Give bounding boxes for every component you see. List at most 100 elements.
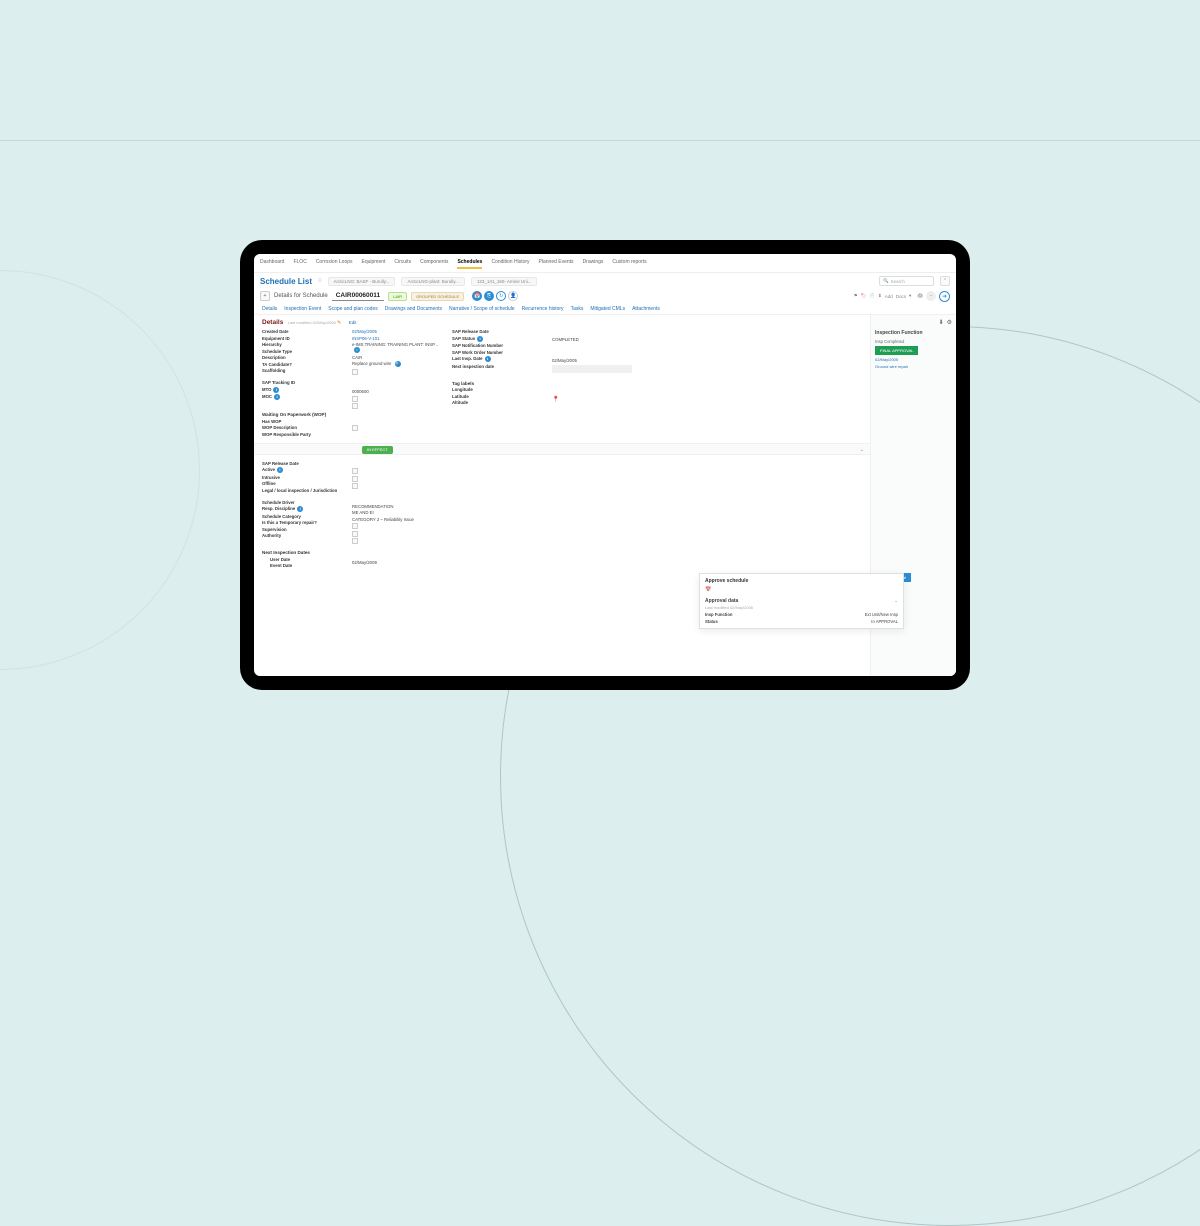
rpane-sub: Insp Completed xyxy=(875,339,952,344)
breadcrumb-2[interactable]: ArcticLNG-plant: Burully... xyxy=(401,277,464,286)
info-icon[interactable]: i xyxy=(274,394,280,400)
next-insp-field[interactable] xyxy=(552,365,632,373)
chk-authority[interactable] xyxy=(352,538,358,544)
search-small-icon[interactable]: 🔍 xyxy=(395,361,401,367)
tab-recurrence[interactable]: Recurrence history xyxy=(522,306,564,312)
chk-offline[interactable] xyxy=(352,483,358,489)
minus-icon[interactable]: − xyxy=(926,291,936,301)
nav-circuits[interactable]: Circuits xyxy=(394,259,411,269)
refresh-icon[interactable]: ↻ xyxy=(496,291,506,301)
info-icon[interactable]: i xyxy=(273,387,279,393)
val-desc: Replace ground wire 🔍 xyxy=(352,361,442,367)
action-add-text[interactable]: Add xyxy=(885,294,893,299)
menu-icon[interactable]: ≡ xyxy=(318,278,322,284)
nav-custom[interactable]: Custom reports xyxy=(612,259,646,269)
nav-schedules[interactable]: Schedules xyxy=(457,259,482,269)
pin-icon[interactable]: 📍 xyxy=(552,396,632,403)
tab-inspection[interactable]: Inspection Event xyxy=(284,306,321,312)
chk-mto[interactable] xyxy=(352,396,358,402)
tab-tasks[interactable]: Tasks xyxy=(571,306,584,312)
tab-attachments[interactable]: Attachments xyxy=(632,306,660,312)
breadcrumb-3[interactable]: 123_141_160- Amine Uni... xyxy=(471,277,538,286)
tab-narrative[interactable]: Narrative / Scope of schedule xyxy=(449,306,515,312)
file-icon[interactable]: 📄 xyxy=(869,293,875,299)
val-sap-status: COMPLETED xyxy=(552,337,632,342)
go-icon[interactable]: ➜ xyxy=(939,291,950,302)
lbl-lat: Latitude xyxy=(452,394,542,399)
val-equipment[interactable]: INSP06-V-101 xyxy=(352,336,442,341)
final-approval-badge: FINAL APPROVAL xyxy=(875,346,918,355)
chk-intrusive[interactable] xyxy=(352,476,358,482)
chk-supervision[interactable] xyxy=(352,531,358,537)
left-column: Details Last modified 02/May/2006 ✎ Edit… xyxy=(254,315,870,676)
lbl-desc: Description xyxy=(262,355,342,360)
tab-drawings[interactable]: Drawings and Documents xyxy=(385,306,442,312)
info-icon[interactable]: i xyxy=(354,347,360,353)
chk-active[interactable] xyxy=(352,468,358,474)
lbl-userdate: User Date xyxy=(270,557,342,562)
lbl-last-insp: Last Insp. Datei xyxy=(452,356,542,362)
nav-floc[interactable]: FLOC xyxy=(293,259,306,269)
nav-planned[interactable]: Planned Events xyxy=(539,259,574,269)
chk-temp[interactable] xyxy=(352,523,358,529)
add-button[interactable]: + xyxy=(260,291,270,301)
chk-moc[interactable] xyxy=(352,403,358,409)
nav-equipment[interactable]: Equipment xyxy=(362,259,386,269)
chevron-down-icon[interactable]: ⌄ xyxy=(860,447,864,453)
edit-link[interactable]: Edit xyxy=(349,320,357,325)
lbl-sap-release: SAP Release Date xyxy=(452,329,542,334)
val-category: CATEGORY 2 – Reliability Issue xyxy=(352,517,442,522)
breadcrumb-1[interactable]: ArcticLNG: BASF - Burully... xyxy=(328,277,396,286)
filter-icon[interactable]: ⚙ xyxy=(947,319,952,326)
flag-icon[interactable]: ⚑ xyxy=(854,293,858,299)
rpane-date[interactable]: 02/May/2005 xyxy=(875,357,952,362)
info-icon[interactable]: i xyxy=(477,336,483,342)
chip-grouped: GROUPED SCHEDULE xyxy=(411,292,464,301)
taglabels-heading: Tag labels xyxy=(452,381,542,386)
collapse-button[interactable]: ⌃ xyxy=(940,276,950,286)
top-nav: Dashboard FLOC Corrosion Loops Equipment… xyxy=(254,254,956,273)
chevron-down-icon[interactable]: ▾ xyxy=(909,293,911,299)
section-divider: IN EFFECT ⌄ xyxy=(254,443,870,455)
download-icon[interactable]: ⬇ xyxy=(939,319,944,326)
details-heading: Details xyxy=(262,319,283,326)
search-input[interactable]: 🔍Search xyxy=(879,276,934,286)
copy-icon[interactable]: ⎘ xyxy=(484,291,494,301)
approve-panel: Approve schedule 📅 Approval data ⌄ Last … xyxy=(699,573,870,629)
lbl-scaffold: Scaffolding xyxy=(262,368,342,373)
info-icon[interactable]: i xyxy=(297,506,303,512)
info-icon[interactable]: i xyxy=(485,356,491,362)
chk-haswop[interactable] xyxy=(352,425,358,431)
pencil-icon[interactable]: ✎ xyxy=(337,320,341,326)
nav-components[interactable]: Components xyxy=(420,259,448,269)
lbl-wopdesc: WOP Description xyxy=(262,425,342,430)
val-created[interactable]: 02/May/2005 xyxy=(352,329,442,334)
tab-mitigated[interactable]: Mitigated CMLs xyxy=(590,306,625,312)
tablet-frame: Dashboard FLOC Corrosion Loops Equipment… xyxy=(240,240,970,690)
user-icon[interactable]: 👤 xyxy=(508,291,518,301)
info-icon[interactable]: i xyxy=(277,467,283,473)
tab-details[interactable]: Details xyxy=(262,306,277,312)
tag-icon[interactable]: 🏷 xyxy=(861,293,867,299)
download-icon[interactable]: ⬇ xyxy=(878,293,882,299)
background-curve-2 xyxy=(0,270,200,670)
val-schtype: CAIR xyxy=(352,355,442,360)
action-docs-text[interactable]: Docs xyxy=(896,294,906,299)
chk-ta[interactable] xyxy=(352,369,358,375)
calendar-small-icon[interactable]: 📅 xyxy=(705,587,870,593)
lbl-sap-wo: SAP Work Order Number xyxy=(452,350,542,355)
app-screen: Dashboard FLOC Corrosion Loops Equipment… xyxy=(254,254,956,676)
rpane-title: Inspection Function xyxy=(875,330,952,336)
lbl-moc: MOCi xyxy=(262,394,342,400)
nav-condition[interactable]: Condition History xyxy=(491,259,529,269)
nav-drawings[interactable]: Drawings xyxy=(583,259,604,269)
nav-dashboard[interactable]: Dashboard xyxy=(260,259,284,269)
rpane-link[interactable]: Ground wire repair xyxy=(875,364,952,369)
lbl-long: Longitude xyxy=(452,387,542,392)
print-icon[interactable]: 🖨 xyxy=(917,293,923,299)
tab-scope[interactable]: Scope and plan codes xyxy=(328,306,377,312)
calendar-icon[interactable]: 📅 xyxy=(472,291,482,301)
nav-corrosion[interactable]: Corrosion Loops xyxy=(316,259,353,269)
last-modified: Last modified 02/May/2006 xyxy=(288,320,336,325)
lbl-sap-status: SAP Statusi xyxy=(452,336,542,342)
